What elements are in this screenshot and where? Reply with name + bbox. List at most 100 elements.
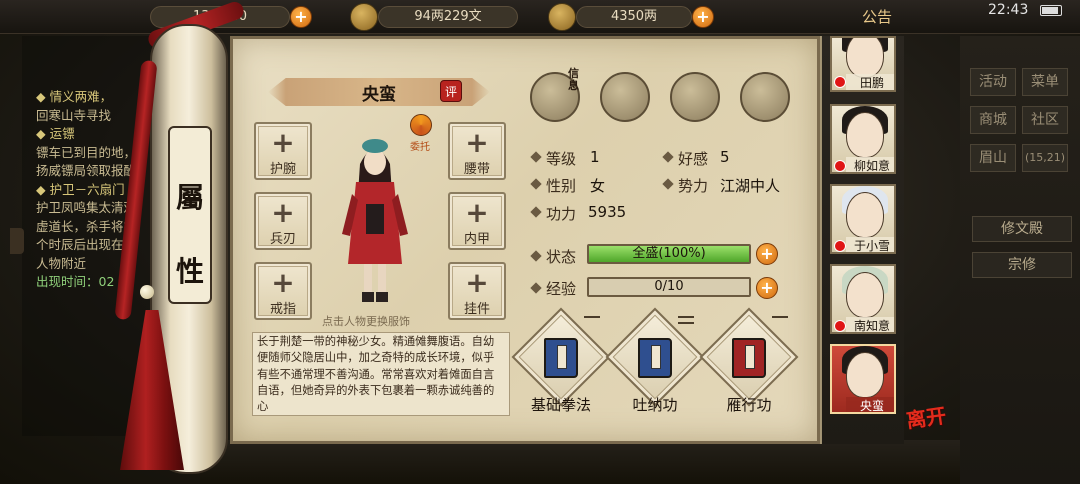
skill-level-mark (772, 316, 788, 318)
equip-slot-wrist[interactable]: + 护腕 (254, 122, 312, 180)
right-boot (376, 292, 388, 302)
favor-label: 好感 (678, 150, 709, 168)
quest-line: ◆ 护卫－六扇门 (36, 181, 125, 197)
equip-slot-armor[interactable]: + 内甲 (448, 192, 506, 250)
gender-value: 女 (590, 177, 606, 195)
battery-icon (1040, 5, 1062, 16)
slot-label: 兵刃 (269, 232, 296, 247)
entrust-icon[interactable] (410, 114, 432, 136)
level-label: 等级 (546, 150, 577, 168)
status-plus-button[interactable]: + (756, 243, 778, 265)
location-name: 眉山 (970, 144, 1016, 172)
silver-plus-button[interactable]: + (692, 6, 714, 28)
left-leg (364, 264, 372, 294)
skill-level-mark (678, 316, 694, 318)
entrust-label: 委托 (410, 142, 430, 153)
meridian-figure-icon[interactable] (740, 72, 790, 122)
gender-label: 性别 (546, 177, 577, 195)
change-outfit-hint: 点击人物更换服饰 (322, 315, 410, 328)
location-coords: (15,21) (1022, 144, 1068, 172)
community-button[interactable]: 社区 (1022, 106, 1068, 134)
menu-button[interactable]: 菜单 (1022, 68, 1068, 96)
status-bar-text: 全盛(100%) (632, 246, 706, 261)
skill-name: 基础拳法 (530, 396, 591, 414)
quest-line: 护卫凤鸣集太清观 (36, 200, 137, 215)
add-icon: + (271, 126, 295, 159)
status-label: 状态 (546, 248, 577, 266)
scroll-title-char: 屬 (175, 181, 204, 214)
scroll-title-char: 性 (175, 255, 204, 288)
add-icon: + (271, 266, 295, 299)
quest-line: 个时辰后出现在目 (36, 237, 137, 252)
avatar (846, 112, 884, 158)
leave-button[interactable]: 离开 (904, 399, 948, 433)
avatar (846, 38, 884, 78)
clock: 22:43 (988, 2, 1029, 18)
companion-name: 于小雪 (846, 237, 894, 252)
skill-book-icon (638, 338, 672, 378)
add-icon: + (271, 196, 295, 229)
avatar (846, 272, 884, 318)
avatar (846, 352, 884, 398)
add-icon: + (465, 266, 489, 299)
notification-dot (834, 240, 846, 252)
evaluate-badge[interactable]: 评 (440, 80, 462, 102)
equip-slot-ring[interactable]: + 戒指 (254, 262, 312, 320)
equip-slot-weapon[interactable]: + 兵刃 (254, 192, 312, 250)
companion-name: 柳如意 (846, 157, 894, 172)
favor-value: 5 (720, 148, 730, 166)
level-value: 1 (590, 148, 600, 166)
copper-value: 94两229文 (414, 9, 482, 24)
xiuwen-hall-button[interactable]: 修文殿 (972, 216, 1072, 242)
avatar (846, 192, 884, 238)
bottom-nav-bar (200, 440, 960, 484)
companion-card-selected[interactable]: 央蛮 (830, 344, 896, 414)
map-scroll-icon[interactable] (600, 72, 650, 122)
activity-button[interactable]: 活动 (970, 68, 1016, 96)
left-boot (362, 292, 374, 302)
companion-name: 央蛮 (846, 397, 894, 412)
companion-name: 田鹏 (846, 74, 894, 90)
slot-label: 护腕 (269, 162, 296, 177)
faction-label: 势力 (678, 177, 709, 195)
sect-cultivation-button[interactable]: 宗修 (972, 252, 1072, 278)
quest-line: 人物附近 (36, 255, 87, 271)
exp-bar-text: 0/10 (654, 279, 684, 294)
sash (366, 204, 384, 234)
companion-card[interactable]: 南知意 (830, 264, 896, 334)
slot-label: 挂件 (463, 302, 490, 317)
character-description: 长于荆楚一带的神秘少女。精通傩舞腹语。自幼便随师父隐居山中，加之奇特的成长环境，… (252, 332, 510, 416)
slot-label: 内甲 (463, 232, 490, 247)
companion-card[interactable]: 于小雪 (830, 184, 896, 254)
companion-name: 南知意 (846, 317, 894, 332)
character-portrait[interactable] (338, 134, 412, 306)
skill-name: 吐纳功 (632, 396, 678, 414)
notification-dot (834, 160, 846, 172)
skill-book-icon (732, 338, 766, 378)
companion-card[interactable]: 柳如意 (830, 104, 896, 174)
tassel-bead (140, 285, 154, 299)
quest-line: 虚道长，杀手将在 (36, 218, 137, 234)
silver-counter: 4350两 (576, 6, 692, 28)
mask-headdress (362, 139, 388, 153)
status-bar: 全盛(100%) (587, 244, 751, 264)
equip-slot-pendant[interactable]: + 挂件 (448, 262, 506, 320)
shop-button[interactable]: 商城 (970, 106, 1016, 134)
skill-level-mark (678, 322, 694, 324)
info-label: 信息 (568, 67, 579, 92)
slot-label: 腰带 (463, 162, 490, 177)
exp-plus-button[interactable]: + (756, 277, 778, 299)
stamina-plus-button[interactable]: + (290, 6, 312, 28)
bagua-icon[interactable] (670, 72, 720, 122)
notice-button[interactable]: 公告 (862, 6, 892, 27)
add-icon: + (465, 196, 489, 229)
companion-card[interactable]: 田鹏 (830, 36, 896, 92)
skill-level-mark (584, 316, 600, 318)
equip-slot-belt[interactable]: + 腰带 (448, 122, 506, 180)
exp-label: 经验 (546, 280, 577, 298)
power-value: 5935 (588, 203, 627, 221)
quest-collapse-tab[interactable] (10, 228, 24, 254)
notification-dot (834, 320, 846, 332)
copper-coin-icon (350, 3, 378, 31)
notification-dot (834, 76, 846, 88)
